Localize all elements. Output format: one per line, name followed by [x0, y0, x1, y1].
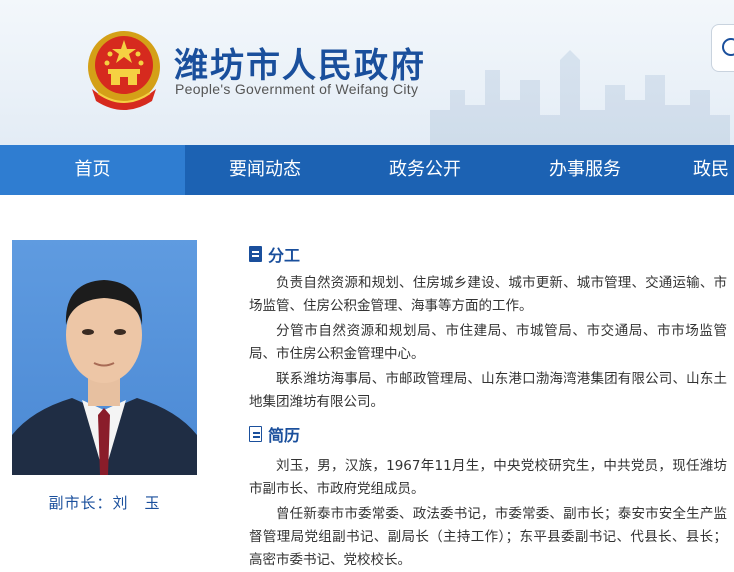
- duties-heading: 分工: [249, 242, 300, 266]
- nav-item-home[interactable]: 首页: [0, 145, 185, 195]
- site-title[interactable]: 潍坊市人民政府: [174, 38, 426, 87]
- nav-item-gov-affairs[interactable]: 政务公开: [345, 145, 505, 195]
- nav-item-news[interactable]: 要闻动态: [185, 145, 345, 195]
- duties-paragraph: 分管市自然资源和规划局、市住建局、市城管局、市交通局、市市场监管局、市住房公积金…: [249, 323, 727, 362]
- site-header: 潍坊市人民政府 People's Government of Weifang C…: [0, 0, 734, 145]
- nav-item-interaction[interactable]: 政民: [665, 145, 734, 195]
- resume-heading: 简历: [249, 422, 300, 446]
- resume-paragraph: 曾任新泰市市委常委、政法委书记，市委常委、副市长；泰安市安全生产监督管理局党组副…: [249, 506, 727, 568]
- resume-paragraph: 刘玉，男，汉族，1967年11月生，中央党校研究生，中共党员，现任潍坊市副市长、…: [249, 458, 727, 497]
- city-skyline-decoration: [430, 50, 730, 145]
- document-icon: [249, 246, 262, 262]
- nav-item-services[interactable]: 办事服务: [505, 145, 665, 195]
- duties-paragraph: 负责自然资源和规划、住房城乡建设、城市更新、城市管理、交通运输、市场监管、住房公…: [249, 275, 727, 314]
- official-title-caption: 副市长：刘 玉: [48, 494, 161, 512]
- site-subtitle: People's Government of Weifang City: [175, 81, 419, 97]
- resume-icon: [249, 426, 262, 442]
- search-button[interactable]: [711, 24, 734, 72]
- portrait-image: [12, 280, 197, 475]
- duties-heading-label: 分工: [268, 246, 301, 265]
- main-nav: 首页 要闻动态 政务公开 办事服务 政民: [0, 145, 734, 195]
- resume-heading-label: 简历: [268, 426, 301, 445]
- search-icon: [722, 38, 734, 56]
- official-portrait: [12, 240, 197, 475]
- national-emblem-icon: [88, 31, 160, 110]
- duties-paragraph: 联系潍坊海事局、市邮政管理局、山东港口渤海湾港集团有限公司、山东土地集团潍坊有限…: [249, 371, 727, 410]
